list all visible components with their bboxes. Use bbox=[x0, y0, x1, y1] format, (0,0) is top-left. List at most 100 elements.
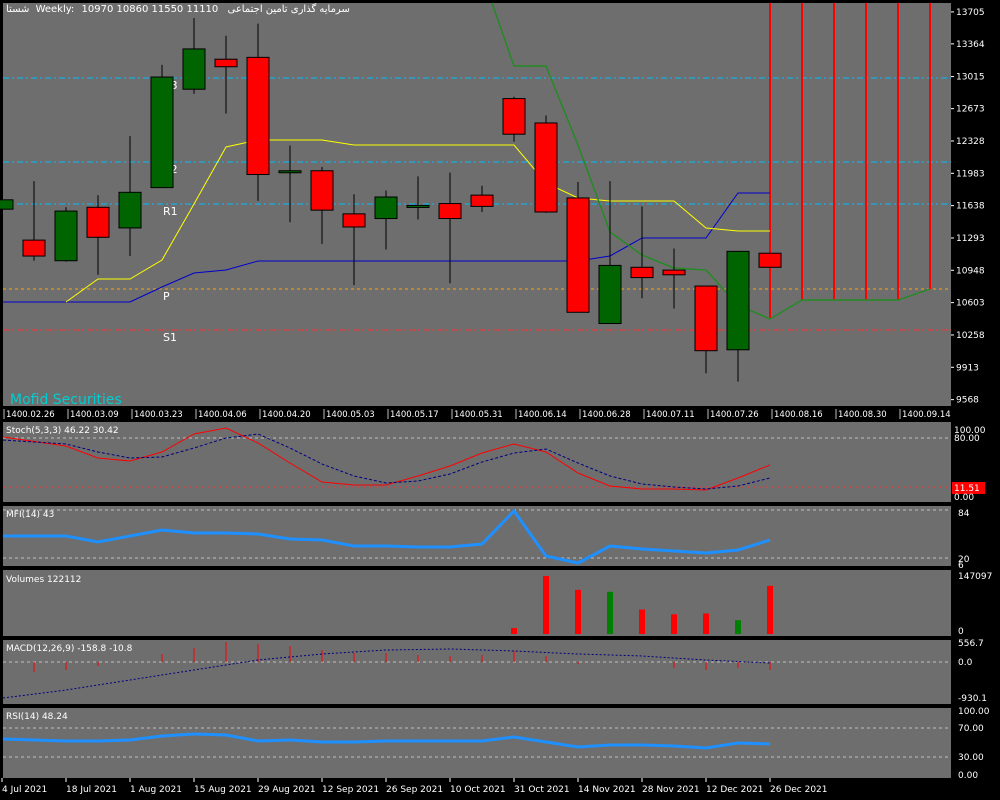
price-axis-label: 13705 bbox=[956, 8, 985, 18]
volume-bar bbox=[575, 589, 581, 634]
shamsi-date-label: 1400.08.30 bbox=[838, 410, 887, 420]
time-axis-label: 26 Dec 2021 bbox=[770, 785, 828, 795]
candle-body bbox=[246, 56, 270, 176]
price-axis-label: 12673 bbox=[956, 105, 985, 115]
shamsi-date-label: 1400.03.09 bbox=[70, 410, 119, 420]
candle-body bbox=[150, 76, 174, 189]
stoch-axis-80: 80.00 bbox=[954, 434, 980, 444]
candle-body bbox=[310, 170, 334, 211]
candle-body bbox=[758, 252, 782, 268]
mfi-axis-6: 6 bbox=[958, 561, 964, 571]
price-axis-label: 10603 bbox=[956, 299, 985, 309]
candle[interactable] bbox=[758, 252, 782, 268]
stoch-label: Stoch(5,3,3) 46.22 30.42 bbox=[6, 426, 119, 436]
candle-body bbox=[726, 250, 750, 351]
shamsi-date-label: 1400.07.11 bbox=[646, 410, 695, 420]
price-axis-label: 13364 bbox=[956, 40, 985, 50]
time-axis-label: 12 Dec 2021 bbox=[706, 785, 764, 795]
time-axis-label: 14 Nov 2021 bbox=[578, 785, 636, 795]
shamsi-date-label: 1400.04.20 bbox=[262, 410, 311, 420]
candle-body bbox=[22, 239, 46, 257]
chart-header-symbol: شستا Weekly: 10970 10860 11550 11110 سرم… bbox=[6, 3, 350, 15]
macd-axis-max: 556.7 bbox=[958, 639, 984, 649]
candle-body bbox=[598, 264, 622, 325]
volume-bar bbox=[767, 585, 773, 634]
mfi-panel[interactable] bbox=[3, 506, 951, 566]
mfi-label: MFI(14) 43 bbox=[6, 510, 54, 520]
rsi-panel[interactable] bbox=[3, 708, 951, 778]
shamsi-date-label: 1400.06.28 bbox=[582, 410, 631, 420]
shamsi-date-label: 1400.05.03 bbox=[326, 410, 375, 420]
time-axis-label: 10 Oct 2021 bbox=[450, 785, 506, 795]
price-axis-label: 10948 bbox=[956, 266, 985, 276]
time-axis-label: 15 Aug 2021 bbox=[194, 785, 252, 795]
candle-body bbox=[470, 194, 494, 207]
shamsi-date-label: 1400.04.06 bbox=[198, 410, 247, 420]
candle-body bbox=[342, 213, 366, 228]
candle-body bbox=[374, 196, 398, 220]
candle-body bbox=[214, 58, 238, 68]
candle[interactable] bbox=[534, 115, 558, 213]
macd-axis-min: -930.1 bbox=[958, 694, 987, 704]
shamsi-date-label: 1400.07.26 bbox=[710, 410, 759, 420]
volume-bar bbox=[703, 613, 709, 634]
rsi-axis-70: 70.00 bbox=[958, 724, 984, 734]
shamsi-date-label: 1400.05.31 bbox=[454, 410, 503, 420]
price-axis-label: 13015 bbox=[956, 73, 985, 83]
candle-body bbox=[0, 199, 14, 210]
macd-label: MACD(12,26,9) -158.8 -10.8 bbox=[6, 644, 133, 654]
volumes-label: Volumes 122112 bbox=[6, 575, 81, 585]
candle-body bbox=[534, 122, 558, 213]
candle[interactable] bbox=[150, 64, 174, 189]
shamsi-date-label: 1400.03.23 bbox=[134, 410, 183, 420]
rsi-axis-0: 0.00 bbox=[958, 771, 978, 781]
candle-body bbox=[438, 203, 462, 220]
shamsi-date-label: 1400.02.26 bbox=[6, 410, 55, 420]
price-axis-label: 12328 bbox=[956, 137, 985, 147]
time-axis-label: 4 Jul 2021 bbox=[2, 785, 47, 795]
rsi-axis-100: 100.00 bbox=[958, 707, 990, 717]
time-axis-label: 18 Jul 2021 bbox=[66, 785, 117, 795]
candle-body bbox=[406, 204, 430, 208]
volumes-panel[interactable] bbox=[3, 570, 951, 636]
time-axis-label: 26 Sep 2021 bbox=[386, 785, 443, 795]
candle-body bbox=[278, 170, 302, 174]
candle-body bbox=[694, 285, 718, 352]
volume-bar bbox=[543, 576, 549, 634]
price-axis-label: 9568 bbox=[956, 396, 979, 406]
price-axis-label: 11638 bbox=[956, 202, 985, 212]
time-axis-label: 31 Oct 2021 bbox=[514, 785, 570, 795]
candle-body bbox=[630, 266, 654, 279]
candle-body bbox=[502, 98, 526, 135]
watermark-logo: Mofid Securities bbox=[10, 392, 122, 408]
volume-bar bbox=[639, 609, 645, 634]
shamsi-date-label: 1400.08.16 bbox=[774, 410, 823, 420]
price-axis-label: 9913 bbox=[956, 363, 979, 373]
candle-body bbox=[86, 206, 110, 238]
candle[interactable] bbox=[566, 182, 590, 313]
pivot-label-s1: S1 bbox=[163, 331, 177, 344]
candle-body bbox=[182, 48, 206, 90]
candle-body bbox=[54, 210, 78, 262]
shamsi-date-label: 1400.06.14 bbox=[518, 410, 567, 420]
shamsi-date-label: 1400.09.14 bbox=[902, 410, 951, 420]
stoch-axis-0: 0.00 bbox=[954, 493, 974, 503]
pivot-label-p: P bbox=[163, 290, 170, 303]
pivot-label-r1: R1 bbox=[163, 205, 178, 218]
time-axis-label: 12 Sep 2021 bbox=[322, 785, 379, 795]
volumes-axis-max: 147097 bbox=[958, 572, 992, 582]
candle-body bbox=[662, 269, 686, 276]
candle[interactable] bbox=[54, 207, 78, 262]
trading-chart-window[interactable]: R3 R2 R1 P S1 شستا Weekly: 10970 10860 1… bbox=[0, 0, 1000, 800]
price-axis-label: 10258 bbox=[956, 331, 985, 341]
rsi-label: RSI(14) 48.24 bbox=[6, 712, 68, 722]
volume-bar bbox=[607, 591, 613, 634]
macd-axis-zero: 0.0 bbox=[958, 658, 973, 668]
price-axis-label: 11983 bbox=[956, 169, 985, 179]
stoch-panel[interactable] bbox=[3, 422, 951, 502]
candle[interactable] bbox=[0, 199, 14, 210]
time-axis-label: 1 Aug 2021 bbox=[130, 785, 182, 795]
rsi-axis-30: 30.00 bbox=[958, 753, 984, 763]
candle-body bbox=[566, 197, 590, 313]
shamsi-date-label: 1400.05.17 bbox=[390, 410, 439, 420]
